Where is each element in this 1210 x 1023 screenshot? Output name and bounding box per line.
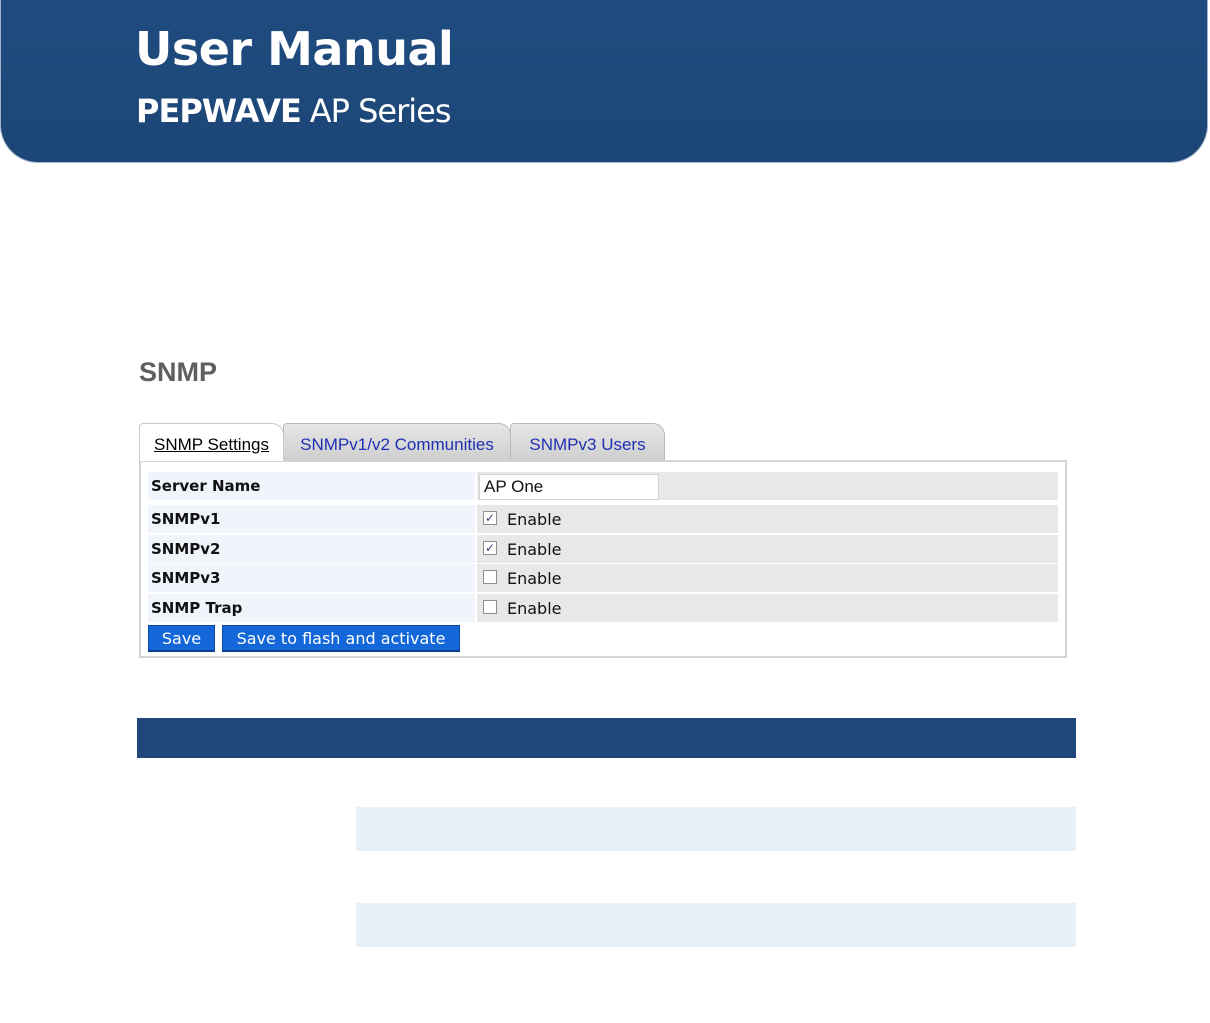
snmpv3-enable-label: Enable [507,569,562,588]
snmpv2-label: SNMPv2 [148,535,475,563]
header-banner: User Manual PEPWAVE AP Series [0,0,1208,163]
tab-snmp-settings[interactable]: SNMP Settings [139,423,284,461]
snmpv2-enable-label: Enable [507,540,562,559]
snmpv2-cell: ✓ Enable [477,535,1058,563]
save-button[interactable]: Save [148,625,215,652]
snmpv1-cell: ✓ Enable [477,505,1058,533]
snmpv3-cell: Enable [477,564,1058,592]
brand-logo-text: PEPWAVE [136,92,302,130]
snmpv1-enable-label: Enable [507,510,562,529]
snmp-trap-cell: Enable [477,594,1058,622]
series-text: AP Series [309,92,452,130]
product-name: PEPWAVE AP Series [136,92,451,130]
snmpv1-checkbox[interactable]: ✓ [483,511,497,525]
page-title: SNMP [139,357,218,387]
snmp-trap-label: SNMP Trap [148,594,475,622]
snmp-trap-enable-label: Enable [507,599,562,618]
tab-snmpv3-users[interactable]: SNMPv3 Users [510,423,665,460]
tab-snmpv1-v2-communities[interactable]: SNMPv1/v2 Communities [283,423,511,460]
server-name-cell: AP One [477,472,1058,500]
snmpv3-label: SNMPv3 [148,564,475,592]
snmp-trap-checkbox[interactable] [483,600,497,614]
server-name-label: Server Name [148,472,475,500]
snmpv1-row: SNMPv1 ✓ Enable [148,505,1058,533]
manual-title: User Manual [135,22,454,76]
table-row-stripe [356,903,1076,947]
snmpv2-row: SNMPv2 ✓ Enable [148,535,1058,563]
snmp-settings-panel: Server Name AP One SNMPv1 ✓ Enable SNMPv… [139,460,1067,658]
save-flash-activate-button[interactable]: Save to flash and activate [222,625,460,652]
snmpv3-row: SNMPv3 Enable [148,564,1058,592]
table-row-stripe [356,807,1076,851]
server-name-input[interactable]: AP One [479,474,659,500]
snmpv1-label: SNMPv1 [148,505,475,533]
snmpv3-checkbox[interactable] [483,570,497,584]
server-name-row: Server Name AP One [148,472,1058,500]
snmp-trap-row: SNMP Trap Enable [148,594,1058,622]
snmpv2-checkbox[interactable]: ✓ [483,541,497,555]
table-header-bar [137,718,1076,758]
